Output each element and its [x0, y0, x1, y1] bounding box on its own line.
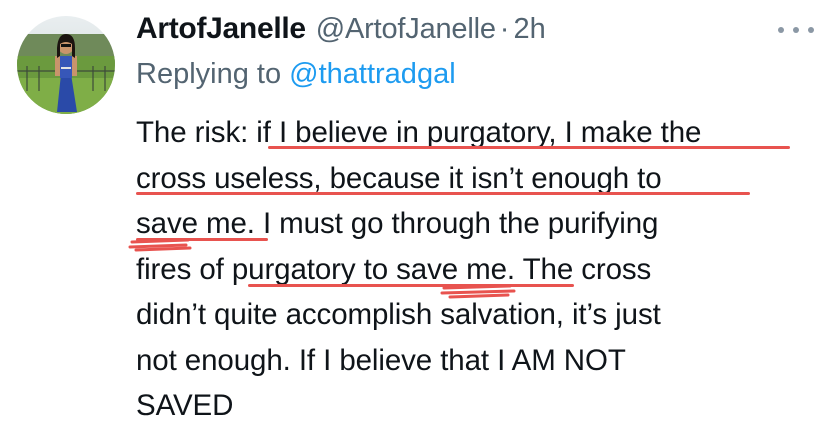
avatar[interactable] [17, 16, 115, 114]
more-dot [793, 27, 799, 33]
replying-to: Replying to @thattradgal [136, 58, 456, 91]
avatar-photo [17, 16, 115, 114]
annotation-scribble [128, 238, 192, 252]
author-handle[interactable]: @ArtofJanelle [316, 13, 496, 46]
replying-to-label: Replying to [136, 58, 282, 90]
author-display-name[interactable]: ArtofJanelle [136, 12, 306, 46]
tweet-header: ArtofJanelle @ArtofJanelle · 2h [136, 12, 546, 52]
tweet-timestamp[interactable]: 2h [513, 13, 545, 46]
header-separator: · [499, 13, 510, 45]
reply-mention-link[interactable]: @thattradgal [289, 58, 455, 90]
annotation-underline [248, 284, 574, 287]
tweet-text-line: SAVED [136, 389, 234, 422]
tweet-text-line: not enough. If I believe that I AM NOT [136, 343, 626, 377]
tweet: ArtofJanelle @ArtofJanelle · 2h Replying… [0, 0, 828, 423]
more-dot [778, 27, 784, 33]
annotation-underline [268, 146, 790, 149]
annotation-scribble [440, 284, 516, 299]
more-horizontal-icon[interactable] [778, 20, 814, 40]
annotation-underline [136, 192, 750, 195]
tweet-text: The risk: if I believe in purgatory, I m… [136, 110, 816, 429]
more-dot [808, 27, 814, 33]
